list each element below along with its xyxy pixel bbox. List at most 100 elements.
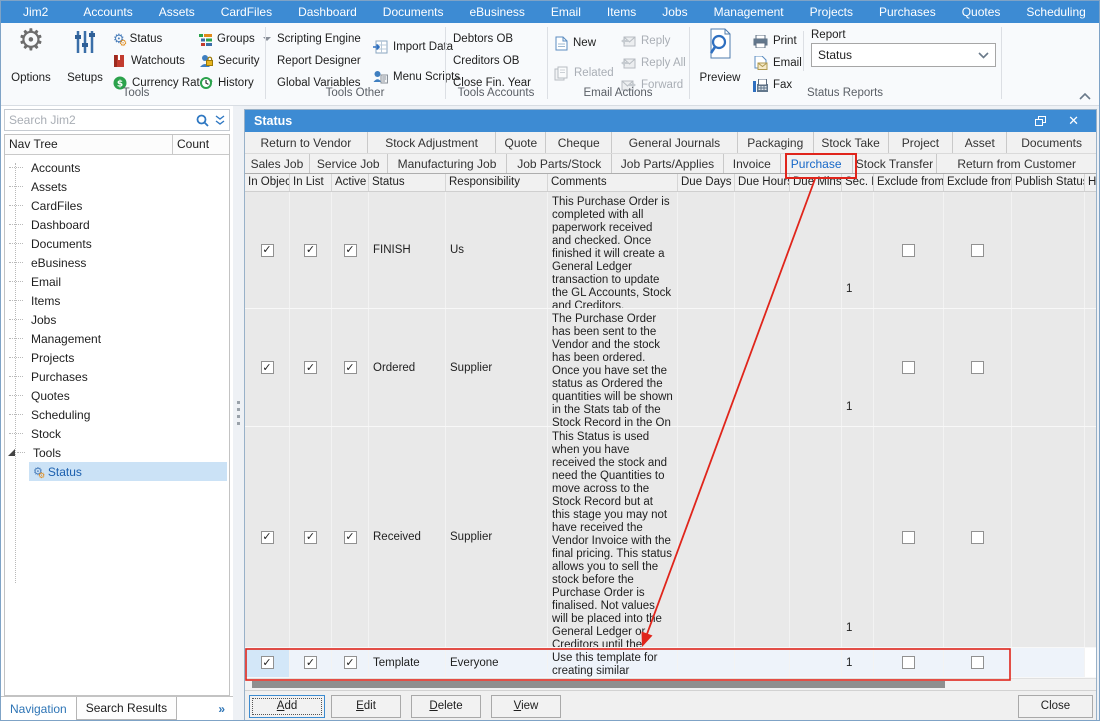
due-days-cell[interactable] (678, 648, 735, 677)
tab-job-parts-applies[interactable]: Job Parts/Applies (612, 154, 724, 174)
due-mins-cell[interactable] (790, 192, 842, 308)
tree-expander-icon[interactable] (8, 449, 15, 456)
in-list-checkbox[interactable] (304, 656, 317, 669)
security-button[interactable]: Security (199, 51, 260, 71)
email-report-button[interactable]: Email (753, 53, 802, 73)
tab-stock-adjustment[interactable]: Stock Adjustment (368, 132, 497, 152)
creditors-ob-button[interactable]: Creditors OB (453, 51, 519, 71)
sec-level-cell[interactable]: 1 (842, 309, 874, 426)
column-header-publish-status[interactable]: Publish Status (1012, 174, 1085, 191)
print-button[interactable]: Print (753, 31, 797, 51)
publish-status-cell[interactable] (1012, 427, 1085, 647)
due-mins-cell[interactable] (790, 648, 842, 677)
preview-button[interactable]: Preview (693, 26, 747, 84)
publish-status-cell[interactable] (1012, 309, 1085, 426)
status-window-titlebar[interactable]: Status ✕ (245, 110, 1096, 132)
sidebar-item-items[interactable]: Items (5, 291, 229, 310)
tab-return-to-vendor[interactable]: Return to Vendor (245, 132, 368, 152)
status-cell[interactable]: Template (369, 648, 446, 677)
sidebar-item-status[interactable]: ⚙⚙ Status (5, 462, 229, 481)
tab-scheduling[interactable]: Scheduling (1013, 1, 1098, 23)
exclude-from-checkbox[interactable] (971, 361, 984, 374)
tab-return-from-customer[interactable]: Return from Customer (937, 154, 1096, 174)
sidebar-item-accounts[interactable]: Accounts (5, 158, 229, 177)
exclude-from-checkbox[interactable] (902, 361, 915, 374)
sidebar-item-purchases[interactable]: Purchases (5, 367, 229, 386)
groups-button[interactable]: Groups (199, 29, 271, 49)
tab-general-journals[interactable]: General Journals (612, 132, 738, 152)
in-list-checkbox[interactable] (304, 361, 317, 374)
tab-documents[interactable]: Documents (370, 1, 457, 23)
due-days-cell[interactable] (678, 427, 735, 647)
active-checkbox[interactable] (344, 361, 357, 374)
column-header-in-object[interactable]: In Object (245, 174, 290, 191)
import-data-button[interactable]: Import Data (373, 37, 453, 57)
ribbon-collapse-chevron-icon[interactable] (1079, 89, 1091, 103)
in-list-checkbox[interactable] (304, 531, 317, 544)
active-checkbox[interactable] (344, 656, 357, 669)
column-header-h[interactable]: H (1085, 174, 1096, 191)
status-cell[interactable]: FINISH (369, 192, 446, 308)
in-object-checkbox[interactable] (261, 244, 274, 257)
responsibility-cell[interactable]: Everyone (446, 648, 548, 677)
responsibility-cell[interactable]: Us (446, 192, 548, 308)
due-hours-cell[interactable] (735, 192, 790, 308)
more-tabs-chevron-icon[interactable]: » (218, 697, 225, 720)
search-icon[interactable] (196, 114, 209, 127)
sidebar-item-documents[interactable]: Documents (5, 234, 229, 253)
tab-projects[interactable]: Projects (797, 1, 866, 23)
report-select[interactable]: Status (811, 43, 996, 67)
tab-jobs[interactable]: Jobs (649, 1, 700, 23)
column-header-status[interactable]: Status (369, 174, 446, 191)
column-header-due-days[interactable]: Due Days (678, 174, 735, 191)
tab-dashboard[interactable]: Dashboard (285, 1, 370, 23)
close-button[interactable]: Close (1018, 695, 1093, 718)
related-button[interactable]: Related (554, 63, 614, 83)
sidebar-item-scheduling[interactable]: Scheduling (5, 405, 229, 424)
tab-project[interactable]: Project (889, 132, 954, 152)
options-button[interactable]: ⚙ Options (5, 26, 57, 84)
column-header-exclude-from-2[interactable]: Exclude from (944, 174, 1012, 191)
column-header-exclude-from-1[interactable]: Exclude from (874, 174, 944, 191)
active-checkbox[interactable] (344, 244, 357, 257)
tab-stock-take[interactable]: Stock Take (814, 132, 889, 152)
tab-job-parts-stock[interactable]: Job Parts/Stock (507, 154, 612, 174)
debtors-ob-button[interactable]: Debtors OB (453, 29, 513, 49)
column-header-sec-level[interactable]: Sec. L (842, 174, 874, 191)
groups-dropdown-caret-icon[interactable] (263, 37, 271, 41)
in-object-checkbox[interactable] (261, 361, 274, 374)
view-button[interactable]: View (491, 695, 561, 718)
tab-service-job[interactable]: Service Job (310, 154, 388, 174)
exclude-from-checkbox[interactable] (902, 531, 915, 544)
window-close-icon[interactable]: ✕ (1068, 113, 1079, 129)
sidebar-item-quotes[interactable]: Quotes (5, 386, 229, 405)
search-input[interactable] (9, 113, 196, 127)
sidebar-item-dashboard[interactable]: Dashboard (5, 215, 229, 234)
horizontal-scrollbar[interactable] (245, 678, 1096, 690)
due-hours-cell[interactable] (735, 427, 790, 647)
tab-email[interactable]: Email (538, 1, 594, 23)
responsibility-cell[interactable]: Supplier (446, 309, 548, 426)
sidebar-item-ebusiness[interactable]: eBusiness (5, 253, 229, 272)
responsibility-cell[interactable]: Supplier (446, 427, 548, 647)
sidebar-item-projects[interactable]: Projects (5, 348, 229, 367)
sidebar-item-email[interactable]: Email (5, 272, 229, 291)
table-row[interactable]: Received Supplier This Status is used wh… (245, 427, 1096, 648)
sidebar-item-stock[interactable]: Stock (5, 424, 229, 443)
exclude-from-checkbox[interactable] (902, 656, 915, 669)
sidebar-item-tools[interactable]: Tools (5, 443, 229, 462)
watchouts-button[interactable]: Watchouts (113, 51, 185, 71)
table-row-selected[interactable]: Template Everyone Use this template for … (245, 648, 1096, 678)
tab-items[interactable]: Items (594, 1, 649, 23)
tab-asset[interactable]: Asset (953, 132, 1007, 152)
status-cell[interactable]: Ordered (369, 309, 446, 426)
column-header-due-mins[interactable]: Due Mins (790, 174, 842, 191)
sec-level-cell[interactable]: 1 (842, 648, 874, 677)
sidebar-item-management[interactable]: Management (5, 329, 229, 348)
tab-navigation[interactable]: Navigation (1, 697, 76, 720)
in-object-checkbox[interactable] (261, 656, 274, 669)
table-row[interactable]: FINISH Us This Purchase Order is complet… (245, 192, 1096, 309)
due-mins-cell[interactable] (790, 309, 842, 426)
status-button[interactable]: ⚙⚙ Status (113, 29, 162, 49)
scrollbar-thumb[interactable] (252, 681, 945, 688)
